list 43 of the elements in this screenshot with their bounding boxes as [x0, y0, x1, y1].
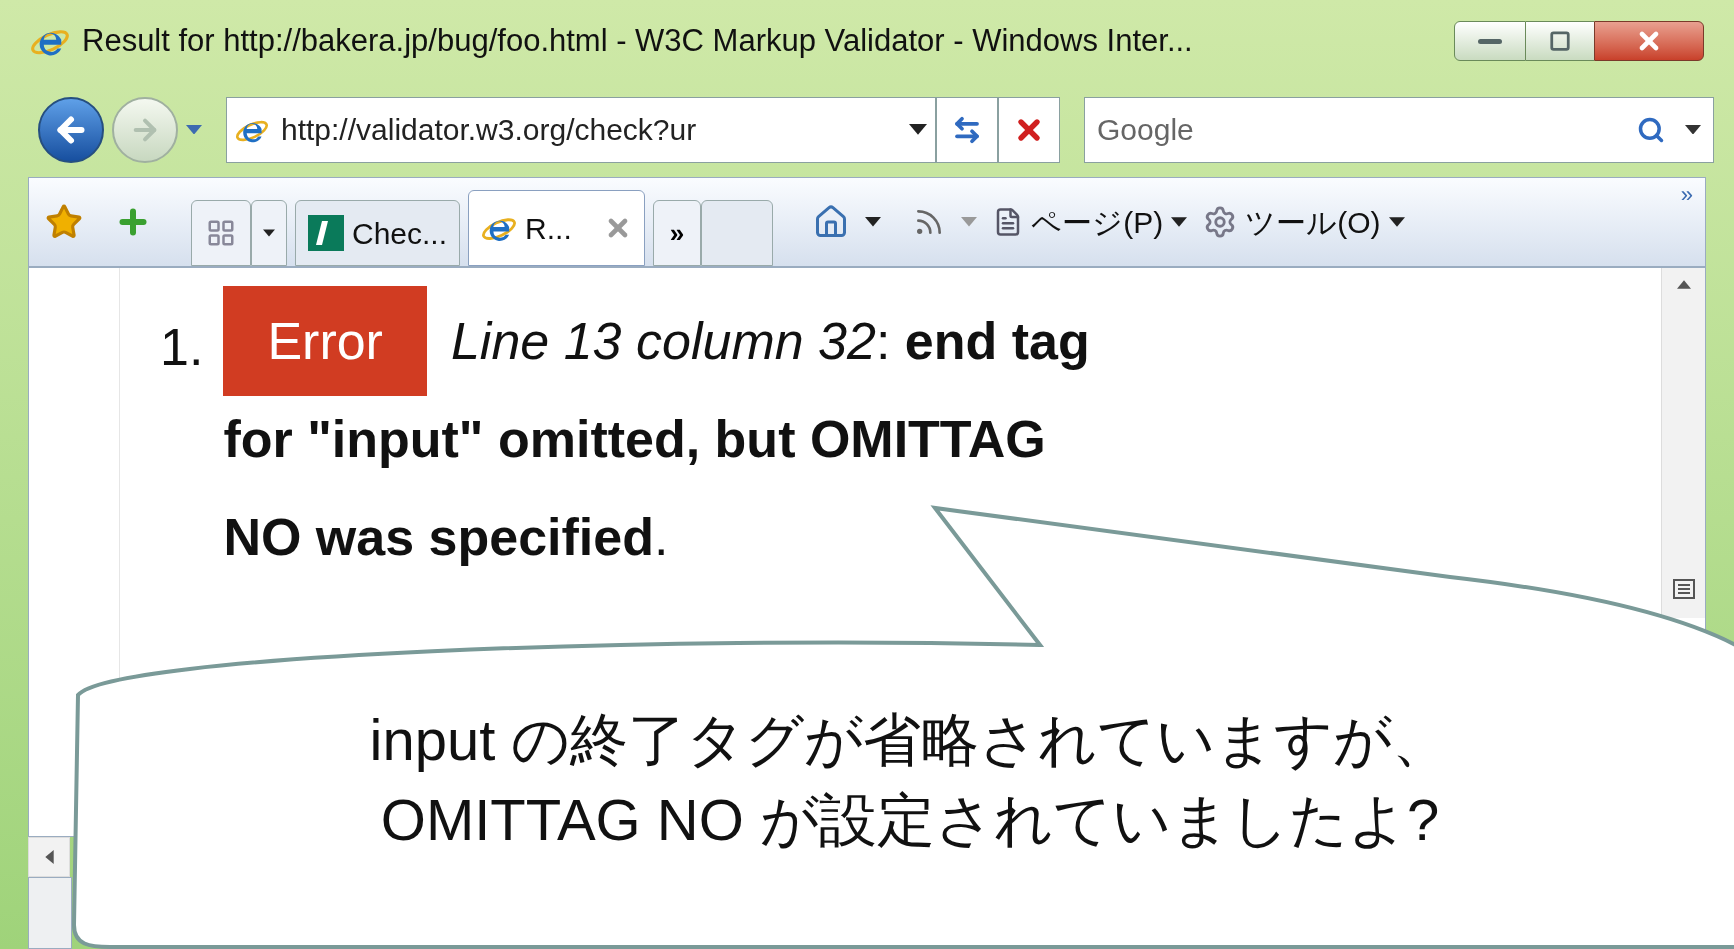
caret-icon[interactable]: [865, 217, 882, 227]
error-label: Error: [223, 286, 427, 396]
command-menu[interactable]: ツール(O): [1203, 199, 1405, 245]
window-title: Result for http://bakera.jp/bug/foo.html - W3C Markup Validator - Windows Inter...: [82, 21, 1193, 60]
search-field[interactable]: Google: [1084, 96, 1714, 163]
validator-logo-icon: [308, 215, 344, 251]
callout-text: input の終了タグが省略されていますが、: [369, 706, 1451, 774]
search-input[interactable]: Google: [1097, 107, 1637, 152]
caret-icon[interactable]: [909, 124, 927, 135]
refresh-button[interactable]: [936, 96, 998, 163]
address-field[interactable]: http://validator.w3.org/check?ur: [226, 96, 936, 163]
search-icon[interactable]: [1637, 115, 1665, 144]
minimize-button[interactable]: [1454, 21, 1526, 61]
browser-tab[interactable]: R...: [468, 190, 645, 266]
error-message: Line 13 column 32: end tag: [450, 311, 1090, 372]
vertical-scrollbar[interactable]: [1661, 268, 1705, 618]
quick-tabs-button[interactable]: [191, 200, 251, 266]
list-number: 1.: [160, 317, 204, 378]
callout-text: OMITTAG NO が設定されていましたよ?: [380, 786, 1440, 854]
refresh-arrows-icon: [952, 114, 982, 145]
error-message: NO was specified.: [223, 507, 669, 568]
status-bar: [28, 877, 72, 949]
address-text: http://validator.w3.org/check?ur: [281, 112, 697, 148]
maximize-icon: [1549, 30, 1571, 52]
minimize-icon: [1478, 38, 1502, 44]
left-arrow-icon: [44, 850, 54, 864]
scroll-left-button[interactable]: [28, 837, 70, 877]
caret-icon: [1388, 217, 1405, 227]
caret-icon: [1171, 217, 1188, 227]
grid-icon: [206, 218, 236, 248]
maximize-button[interactable]: [1526, 21, 1594, 61]
caret-icon[interactable]: [1685, 124, 1701, 135]
scroll-up-arrow-icon[interactable]: [1676, 280, 1691, 289]
stop-button[interactable]: [998, 96, 1060, 163]
tab-overflow-button[interactable]: »: [652, 200, 702, 266]
grip-icon: [1672, 579, 1695, 599]
close-button[interactable]: [1594, 21, 1704, 61]
toolbar-overflow-icon[interactable]: »: [1680, 178, 1693, 211]
error-message: for "input" omitted, but OMITTAG: [223, 409, 1046, 470]
star-icon[interactable]: [45, 203, 83, 241]
caret-icon: [263, 229, 275, 237]
command-menu[interactable]: ページ(P): [993, 199, 1188, 245]
browser-tab[interactable]: Chec...: [295, 200, 461, 266]
